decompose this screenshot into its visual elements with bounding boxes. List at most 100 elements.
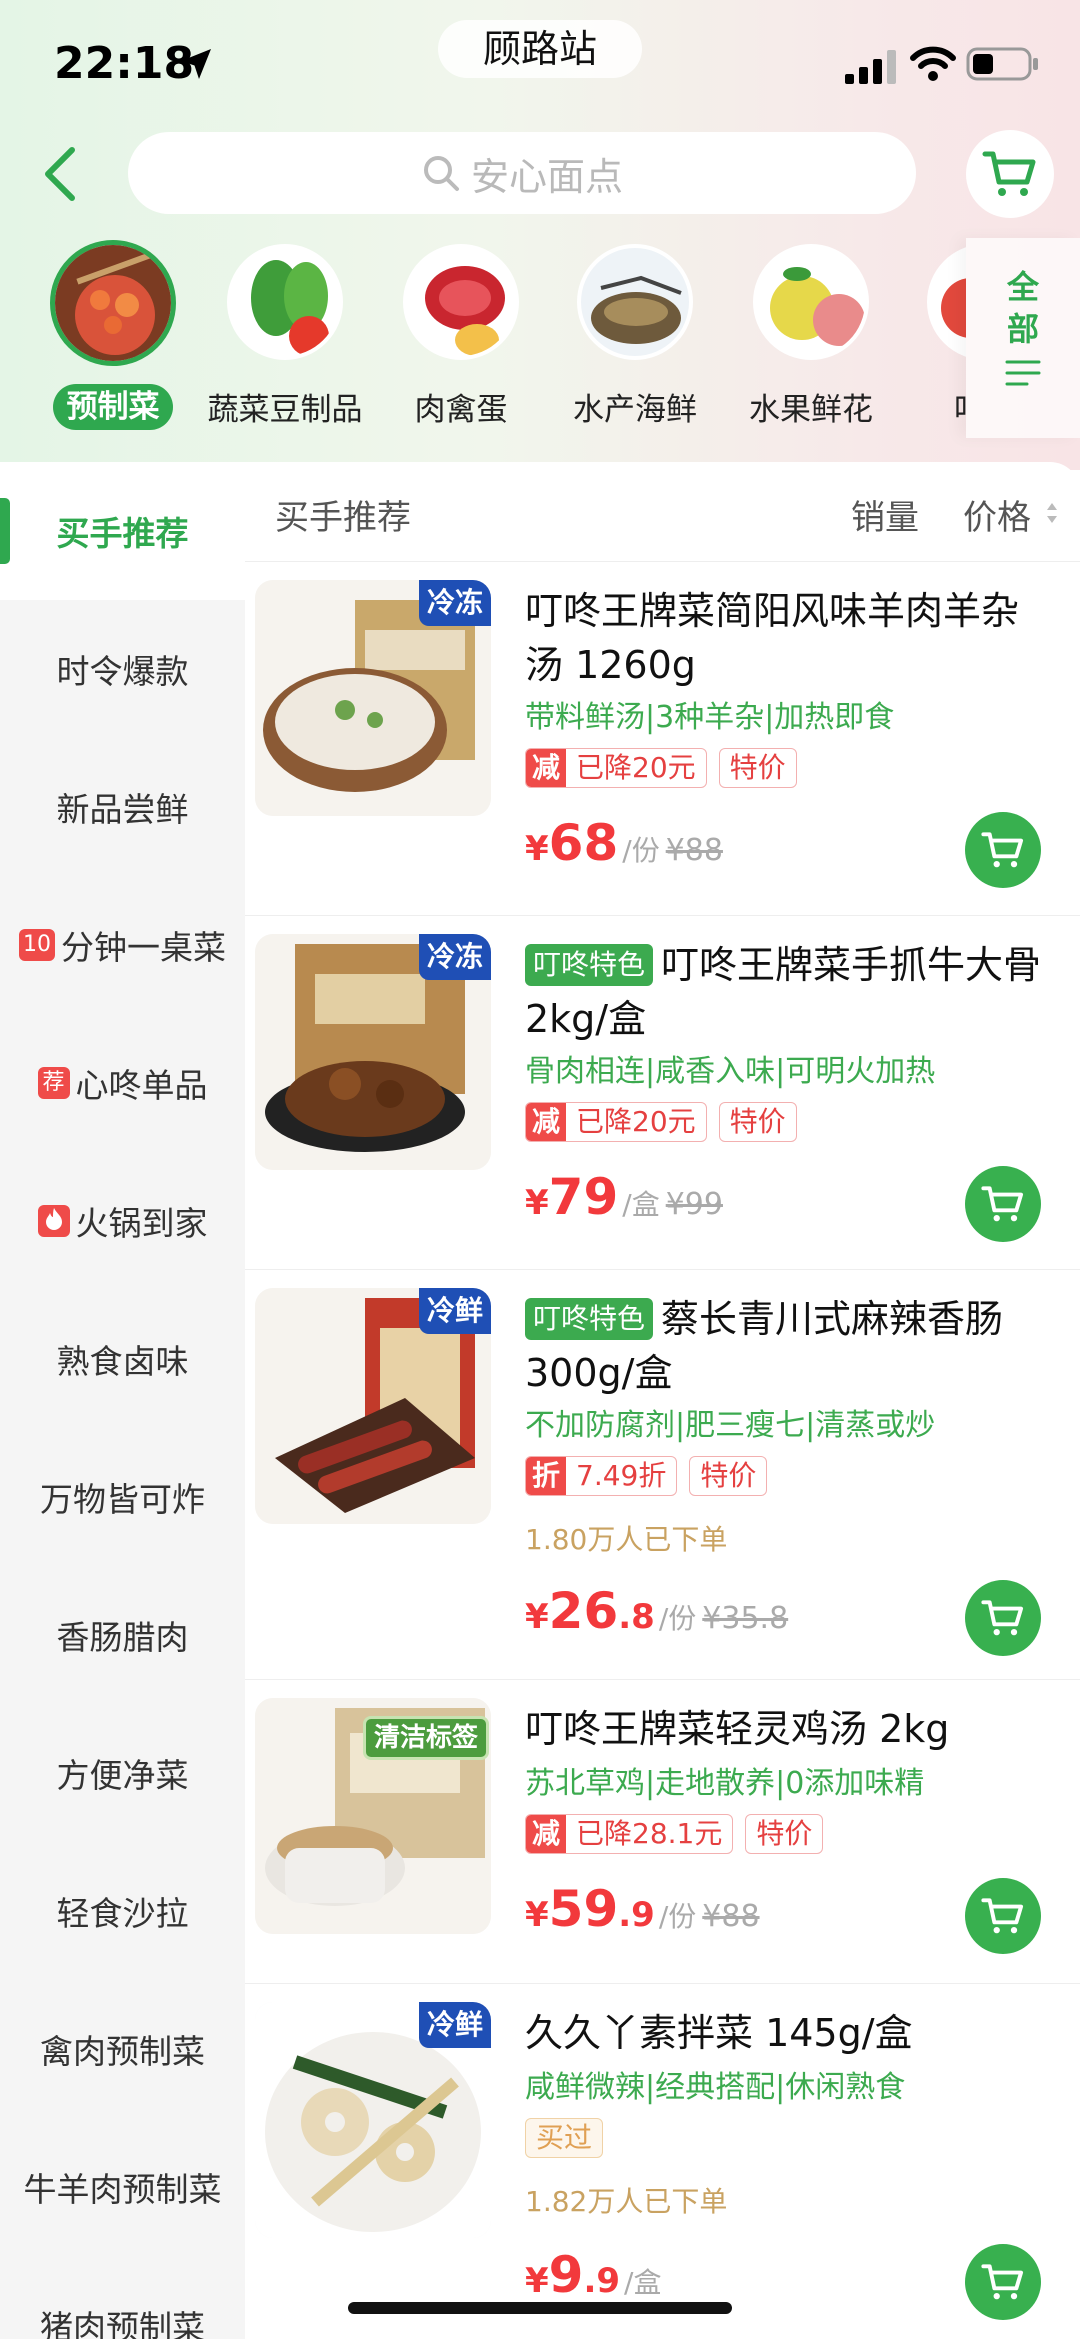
original-price: ¥88: [665, 833, 723, 868]
cart-icon: [981, 1186, 1024, 1222]
sort-bar: 买手推荐 销量 价格: [245, 462, 1080, 562]
sort-by-price[interactable]: 价格: [963, 490, 1031, 539]
sidebar-item-sausage-bacon[interactable]: 香肠腊肉: [0, 1566, 245, 1704]
add-to-cart-button[interactable]: [965, 1580, 1041, 1656]
discount-badge: 折 7.49折: [525, 1456, 678, 1496]
category-prepared-food[interactable]: 预制菜: [28, 238, 198, 438]
product-image: 冷冻: [255, 580, 491, 816]
sort-arrows-icon: [1047, 503, 1057, 523]
discount-badge: 减已降20元: [525, 1102, 707, 1142]
product-image: 冷冻: [255, 934, 491, 1170]
sidebar-item-label: 香肠腊肉: [56, 1618, 189, 1657]
sidebar-item-new-arrivals[interactable]: 新品尝鲜: [0, 738, 245, 876]
product-features: 带料鲜汤|3种羊杂|加热即食: [525, 700, 895, 735]
discount-badge: 减已降28.1元: [525, 1814, 734, 1854]
product-price: ¥79/盒 ¥99: [525, 1168, 723, 1226]
sidebar-item-pork-prepared[interactable]: 猪肉预制菜: [0, 2256, 245, 2339]
status-bar: 22:18 顾路站: [0, 0, 1080, 130]
sidebar-item-light-salad[interactable]: 轻食沙拉: [0, 1842, 245, 1980]
promo-row: 减已降20元 特价: [525, 748, 797, 788]
sidebar-item-hotpot[interactable]: 火锅到家: [0, 1152, 245, 1290]
search-icon: [423, 156, 459, 191]
sidebar-item-label: 火锅到家: [75, 1204, 208, 1243]
sidebar-item-convenient-veg[interactable]: 方便净菜: [0, 1704, 245, 1842]
sort-section-title: 买手推荐: [275, 498, 411, 538]
sort-by-sales[interactable]: 销量: [851, 490, 919, 539]
category-image: [927, 244, 966, 360]
product-image: 冷鲜: [255, 1288, 491, 1524]
category-label: 水产海鲜: [573, 392, 697, 428]
product-price: ¥68/份 ¥88: [525, 814, 723, 872]
product-title-text: 叮咚王牌菜轻灵鸡汤 2kg: [525, 1707, 950, 1751]
product-card[interactable]: 冷冻 叮咚王牌菜简阳风味羊肉羊杂汤 1260g 带料鲜汤|3种羊杂|加热即食 减…: [245, 562, 1080, 916]
sidebar-item-beef-lamb-prepared[interactable]: 牛羊肉预制菜: [0, 2118, 245, 2256]
product-card[interactable]: 清洁标签 叮咚王牌菜轻灵鸡汤 2kg 苏北草鸡|走地散养|0添加味精 减已降28…: [245, 1680, 1080, 1984]
product-image: 清洁标签: [255, 1698, 491, 1934]
category-vegetables[interactable]: 蔬菜豆制品: [200, 238, 370, 438]
product-title: 叮咚王牌菜轻灵鸡汤 2kg: [525, 1702, 1055, 1756]
product-card[interactable]: 冷鲜 久久丫素拌菜 145g/盒 咸鲜微辣|经典搭配|休闲熟食 买过 1.82万…: [245, 1984, 1080, 2339]
original-price: ¥35.8: [702, 1601, 789, 1636]
currency-symbol: ¥: [525, 1183, 549, 1223]
product-features: 不加防腐剂|肥三瘦七|清蒸或炒: [525, 1408, 936, 1443]
cart-icon: [981, 2264, 1024, 2300]
product-price: ¥26.8/份 ¥35.8: [525, 1582, 788, 1640]
promo-row: 减已降28.1元 特价: [525, 1814, 824, 1854]
sidebar: 买手推荐 时令爆款 新品尝鲜 10 分钟一桌菜 荐心咚单品 火锅到家 熟食卤味 万…: [0, 462, 245, 2339]
storage-tag: 冷鲜: [418, 2002, 491, 2048]
add-to-cart-button[interactable]: [965, 2244, 1041, 2320]
search-input[interactable]: 安心面点: [128, 132, 916, 214]
sidebar-item-label: 方便净菜: [56, 1756, 189, 1795]
clean-label-tag: 清洁标签: [362, 1716, 489, 1760]
all-categories-label-2: 部: [1006, 310, 1039, 348]
product-title: 叮咚特色 蔡长青川式麻辣香肠 300g/盒: [525, 1292, 1055, 1400]
all-categories-label-1: 全: [1006, 268, 1039, 306]
promo-row: 减已降20元 特价: [525, 1102, 797, 1142]
all-categories-button[interactable]: 全 部: [966, 238, 1080, 438]
sidebar-item-poultry-prepared[interactable]: 禽肉预制菜: [0, 1980, 245, 2118]
sold-count: 1.82万人已下单: [525, 2185, 728, 2218]
product-card[interactable]: 冷鲜 叮咚特色 蔡长青川式麻辣香肠 300g/盒 不加防腐剂|肥三瘦七|清蒸或炒 …: [245, 1270, 1080, 1680]
category-meat-eggs[interactable]: 肉禽蛋: [376, 238, 546, 438]
cart-icon: [981, 832, 1024, 868]
add-to-cart-button[interactable]: [965, 812, 1041, 888]
cellular-signal-icon: [845, 50, 896, 84]
sidebar-item-label: 新品尝鲜: [56, 790, 189, 829]
category-seafood[interactable]: 水产海鲜: [550, 238, 720, 438]
discount-key: 减: [526, 749, 566, 787]
product-title: 叮咚特色 叮咚王牌菜手抓牛大骨 2kg/盒: [525, 938, 1055, 1046]
sidebar-item-label: 牛羊肉预制菜: [23, 2170, 222, 2209]
sidebar-item-ten-minute-meals[interactable]: 10 分钟一桌菜: [0, 876, 245, 1014]
category-dingdong[interactable]: 叮咚: [900, 238, 966, 438]
add-to-cart-button[interactable]: [965, 1878, 1041, 1954]
dingdong-special-tag: 叮咚特色: [525, 1298, 654, 1340]
sidebar-item-label: 分钟一桌菜: [61, 928, 226, 967]
discount-text: 已降28.1元: [576, 1817, 723, 1850]
promo-row: 折 7.49折 特价: [525, 1456, 768, 1496]
discount-text: 已降20元: [576, 751, 696, 784]
sidebar-item-buyer-recommend[interactable]: 买手推荐: [0, 462, 245, 600]
sidebar-item-label: 时令爆款: [56, 652, 189, 691]
back-arrow-icon[interactable]: [38, 144, 82, 204]
storage-tag: 冷鲜: [418, 1288, 491, 1334]
sidebar-item-deep-fry[interactable]: 万物皆可炸: [0, 1428, 245, 1566]
category-fruits-flowers[interactable]: 水果鲜花: [726, 238, 896, 438]
sidebar-item-featured-singles[interactable]: 荐心咚单品: [0, 1014, 245, 1152]
location-pill[interactable]: 顾路站: [438, 20, 642, 78]
category-label: 叮咚: [900, 384, 966, 429]
add-to-cart-button[interactable]: [965, 1166, 1041, 1242]
category-image: [403, 244, 519, 360]
category-label: 蔬菜豆制品: [207, 392, 363, 428]
special-price-badge: 特价: [718, 1102, 797, 1142]
category-label: 肉禽蛋: [414, 392, 508, 428]
storage-tag: 冷冻: [418, 580, 491, 626]
product-title-text: 久久丫素拌菜 145g/盒: [525, 2011, 913, 2055]
sidebar-item-seasonal-hits[interactable]: 时令爆款: [0, 600, 245, 738]
product-card[interactable]: 冷冻 叮咚特色 叮咚王牌菜手抓牛大骨 2kg/盒 骨肉相连|咸香入味|可明火加热 …: [245, 916, 1080, 1270]
storage-tag: 冷冻: [418, 934, 491, 980]
home-indicator[interactable]: [348, 2302, 732, 2314]
discount-key: 减: [526, 1103, 566, 1141]
cart-button[interactable]: [966, 130, 1054, 218]
price-decimal: .8: [618, 1597, 655, 1637]
sidebar-item-cooked-braised[interactable]: 熟食卤味: [0, 1290, 245, 1428]
